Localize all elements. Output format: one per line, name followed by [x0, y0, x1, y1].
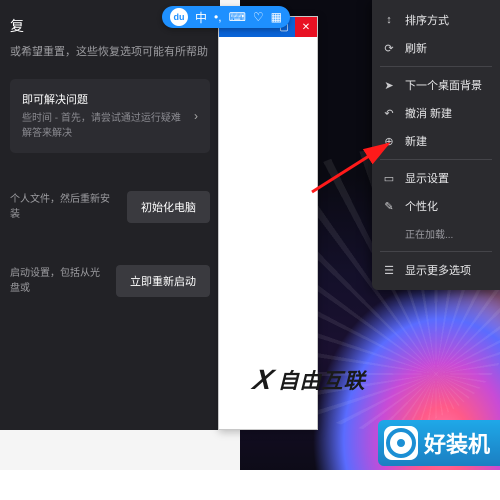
undo-icon: ↶	[382, 107, 396, 120]
more-icon: ☰	[382, 264, 396, 277]
user-icon[interactable]: ♡	[253, 10, 264, 24]
ime-mode[interactable]: 中	[195, 9, 207, 26]
menu-separator	[380, 251, 492, 252]
menu-label: 显示更多选项	[405, 262, 471, 278]
reset-pc-button[interactable]: 初始化电脑	[127, 191, 210, 223]
plus-icon: ⊕	[382, 135, 396, 148]
restart-now-button[interactable]: 立即重新启动	[116, 265, 210, 297]
menu-label: 显示设置	[405, 170, 449, 186]
menu-loading: 正在加载...	[372, 220, 500, 247]
menu-new[interactable]: ⊕ 新建	[372, 127, 500, 155]
menu-label: 新建	[405, 133, 427, 149]
desktop-context-menu: ↕ 排序方式 ⟳ 刷新 ➤ 下一个桌面背景 ↶ 撤消 新建 ⊕ 新建 ▭ 显示设…	[372, 0, 500, 290]
sort-icon: ↕	[382, 14, 396, 26]
menu-sort[interactable]: ↕ 排序方式	[372, 6, 500, 34]
watermark-text: 自由互联	[278, 365, 366, 395]
target-icon	[384, 426, 418, 460]
ime-logo-icon[interactable]: du	[170, 8, 188, 26]
brush-icon: ✎	[382, 200, 396, 213]
menu-label: 刷新	[405, 40, 427, 56]
menu-next-wallpaper[interactable]: ➤ 下一个桌面背景	[372, 71, 500, 99]
menu-undo[interactable]: ↶ 撤消 新建	[372, 99, 500, 127]
x-logo-icon: X	[250, 364, 278, 396]
punct-icon[interactable]: •,	[214, 10, 222, 24]
display-icon: ▭	[382, 172, 396, 185]
refresh-icon: ⟳	[382, 42, 396, 55]
bottom-band	[0, 470, 500, 500]
ime-toolbar[interactable]: du 中 •, ⌨ ♡ ▦	[162, 6, 290, 28]
menu-personalize[interactable]: ✎ 个性化	[372, 192, 500, 220]
menu-label: 排序方式	[405, 12, 449, 28]
watermark-ziyouhulian: X 自由互联	[254, 364, 366, 396]
keyboard-icon[interactable]: ⌨	[229, 10, 246, 24]
settings-recovery-panel: 复 或希望重置，这些恢复选项可能有所帮助 即可解决问题 些时间 - 首先，请尝试…	[0, 0, 220, 430]
menu-label: 下一个桌面背景	[405, 77, 482, 93]
cursor-icon: ➤	[382, 79, 396, 92]
menu-label: 个性化	[405, 198, 438, 214]
troubleshoot-card[interactable]: 即可解决问题 些时间 - 首先，请尝试通过运行疑难解答来解决 ›	[10, 79, 210, 153]
card-title: 即可解决问题	[22, 91, 186, 107]
card-desc: 些时间 - 首先，请尝试通过运行疑难解答来解决	[22, 111, 186, 141]
grid-icon[interactable]: ▦	[271, 10, 282, 24]
menu-refresh[interactable]: ⟳ 刷新	[372, 34, 500, 62]
close-button[interactable]: ✕	[295, 17, 317, 37]
menu-label: 撤消 新建	[405, 105, 452, 121]
menu-separator	[380, 159, 492, 160]
menu-display-settings[interactable]: ▭ 显示设置	[372, 164, 500, 192]
watermark-haozhuangji: 好装机	[378, 420, 500, 466]
panel-subtitle: 或希望重置，这些恢复选项可能有所帮助	[0, 40, 220, 73]
reset-desc: 个人文件，然后重新安装	[10, 192, 117, 222]
reset-pc-row: 个人文件，然后重新安装 初始化电脑	[0, 183, 220, 231]
menu-more-options[interactable]: ☰ 显示更多选项	[372, 256, 500, 284]
menu-separator	[380, 66, 492, 67]
startup-desc: 启动设置，包括从光盘或	[10, 266, 106, 296]
advanced-startup-row: 启动设置，包括从光盘或 立即重新启动	[0, 257, 220, 305]
watermark-text: 好装机	[424, 427, 490, 459]
chevron-right-icon: ›	[186, 109, 198, 123]
